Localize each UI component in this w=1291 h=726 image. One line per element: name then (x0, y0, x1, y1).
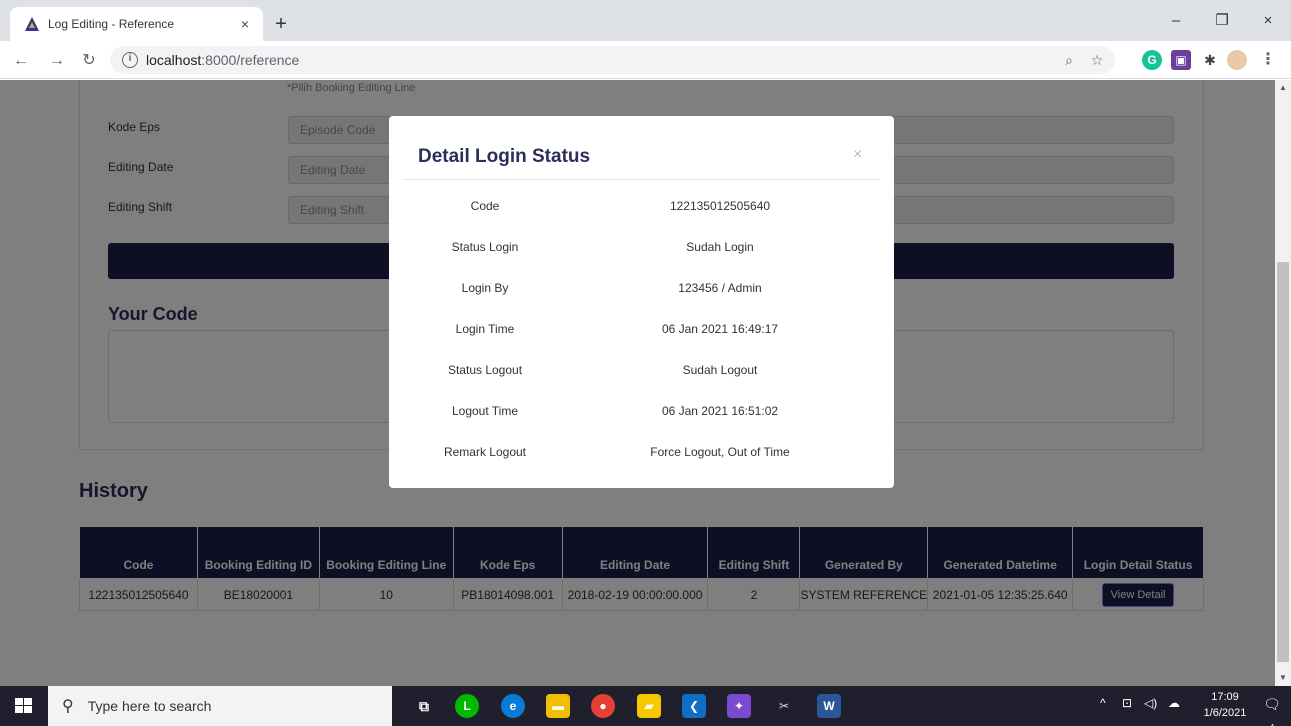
address-toolbar: ← → ↻ i localhost:8000/reference ⌕ ☆ G ▣… (0, 41, 1291, 79)
detail-row-status-logout: Status Logout Sudah Logout (389, 363, 894, 383)
chrome-browser-icon[interactable]: ● (591, 694, 615, 718)
back-arrow-icon[interactable]: ← (10, 50, 32, 72)
detail-key: Login By (461, 281, 509, 295)
detail-value: 06 Jan 2021 16:49:17 (661, 322, 779, 336)
detail-login-modal: Detail Login Status × Code 1221350125056… (389, 116, 894, 488)
detail-value: Sudah Logout (682, 363, 758, 377)
vscode-icon[interactable]: ❮ (682, 694, 706, 718)
tray-onedrive-icon[interactable]: ☁ (1168, 696, 1180, 726)
detail-value: Force Logout, Out of Time (650, 445, 790, 459)
detail-row-login-by: Login By 123456 / Admin (389, 281, 894, 301)
detail-value: 122135012505640 (669, 199, 771, 213)
task-view-icon[interactable]: ⧉ (412, 694, 436, 718)
reload-icon[interactable]: ↻ (78, 50, 100, 72)
profile-avatar[interactable] (1227, 50, 1247, 70)
detail-value: Sudah Login (686, 240, 754, 254)
detail-row-logout-time: Logout Time 06 Jan 2021 16:51:02 (389, 404, 894, 424)
search-icon: ⚲ (62, 698, 74, 715)
clock-time: 17:09 (1211, 691, 1239, 703)
detail-key: Remark Logout (443, 445, 527, 459)
edge-browser-icon[interactable]: e (501, 694, 525, 718)
forward-arrow-icon[interactable]: → (46, 50, 68, 72)
page-scrollbar[interactable]: ▲ ▼ (1275, 80, 1291, 686)
restore-button[interactable]: ❐ (1199, 10, 1245, 34)
url-bar[interactable]: i localhost:8000/reference ⌕ ☆ (110, 46, 1115, 74)
taskbar-search-placeholder: Type here to search (87, 698, 212, 714)
windows-taskbar: ⚲ Type here to search ⧉ L e ▬ ● ▰ ❮ ✦ ✂ … (0, 686, 1291, 726)
detail-key: Code (470, 199, 500, 213)
url-text: localhost:8000/reference (146, 52, 300, 68)
puzzle-extensions-icon[interactable]: ✱ (1200, 50, 1220, 70)
browser-tab[interactable]: Log Editing - Reference × (10, 7, 263, 41)
detail-row-code: Code 122135012505640 (389, 199, 894, 219)
app-logo-icon (25, 17, 39, 31)
tray-chevron-icon[interactable]: ^ (1100, 696, 1106, 726)
detail-row-remark-logout: Remark Logout Force Logout, Out of Time (389, 445, 894, 465)
tray-network-icon[interactable]: ⊡ (1122, 696, 1132, 726)
new-tab-button[interactable]: + (269, 13, 293, 37)
editor-app-icon[interactable]: ✦ (727, 694, 751, 718)
taskbar-search-box[interactable]: ⚲ Type here to search (48, 686, 392, 726)
more-menu-icon[interactable]: ⋮ (1258, 50, 1278, 70)
detail-key: Logout Time (451, 404, 519, 418)
site-info-icon[interactable]: i (122, 52, 138, 68)
detail-row-status-login: Status Login Sudah Login (389, 240, 894, 260)
detail-key: Login Time (455, 322, 515, 336)
scroll-up-arrow-icon[interactable]: ▲ (1275, 80, 1291, 96)
modal-divider (403, 179, 879, 180)
detail-value: 06 Jan 2021 16:51:02 (661, 404, 779, 418)
browser-tab-bar: Log Editing - Reference × + – ❐ × (0, 0, 1291, 41)
file-explorer-icon[interactable]: ▬ (546, 694, 570, 718)
tab-close-icon[interactable]: × (237, 16, 253, 32)
scroll-down-arrow-icon[interactable]: ▼ (1275, 670, 1291, 686)
detail-key: Status Login (451, 240, 519, 254)
detail-key: Status Logout (447, 363, 523, 377)
tab-title: Log Editing - Reference (48, 17, 175, 31)
start-button[interactable] (0, 686, 48, 726)
scroll-thumb[interactable] (1277, 262, 1289, 662)
sticky-notes-icon[interactable]: ▰ (637, 694, 661, 718)
tray-volume-icon[interactable]: ◁) (1144, 696, 1157, 726)
taskbar-clock[interactable]: 17:09 1/6/2021 (1200, 689, 1250, 721)
grammarly-extension-icon[interactable]: G (1142, 50, 1162, 70)
line-app-icon[interactable]: L (455, 694, 479, 718)
snipping-tool-icon[interactable]: ✂ (772, 694, 796, 718)
bookmark-star-icon[interactable]: ☆ (1088, 51, 1106, 69)
window-close-button[interactable]: × (1245, 10, 1291, 34)
zoom-icon[interactable]: ⌕ (1060, 51, 1078, 69)
clock-date: 1/6/2021 (1203, 707, 1247, 719)
detail-value: 123456 / Admin (678, 281, 762, 295)
windows-logo-icon (15, 698, 32, 713)
minimize-button[interactable]: – (1153, 10, 1199, 34)
word-icon[interactable]: W (817, 694, 841, 718)
page-viewport: *Pilih Booking Editing Line Kode Eps Epi… (0, 80, 1275, 686)
notification-icon[interactable]: 🗨4 (1262, 696, 1282, 726)
modal-title: Detail Login Status (418, 146, 591, 167)
modal-close-icon[interactable]: × (853, 146, 862, 164)
detail-row-login-time: Login Time 06 Jan 2021 16:49:17 (389, 322, 894, 342)
extension-icon[interactable]: ▣ (1171, 50, 1191, 70)
